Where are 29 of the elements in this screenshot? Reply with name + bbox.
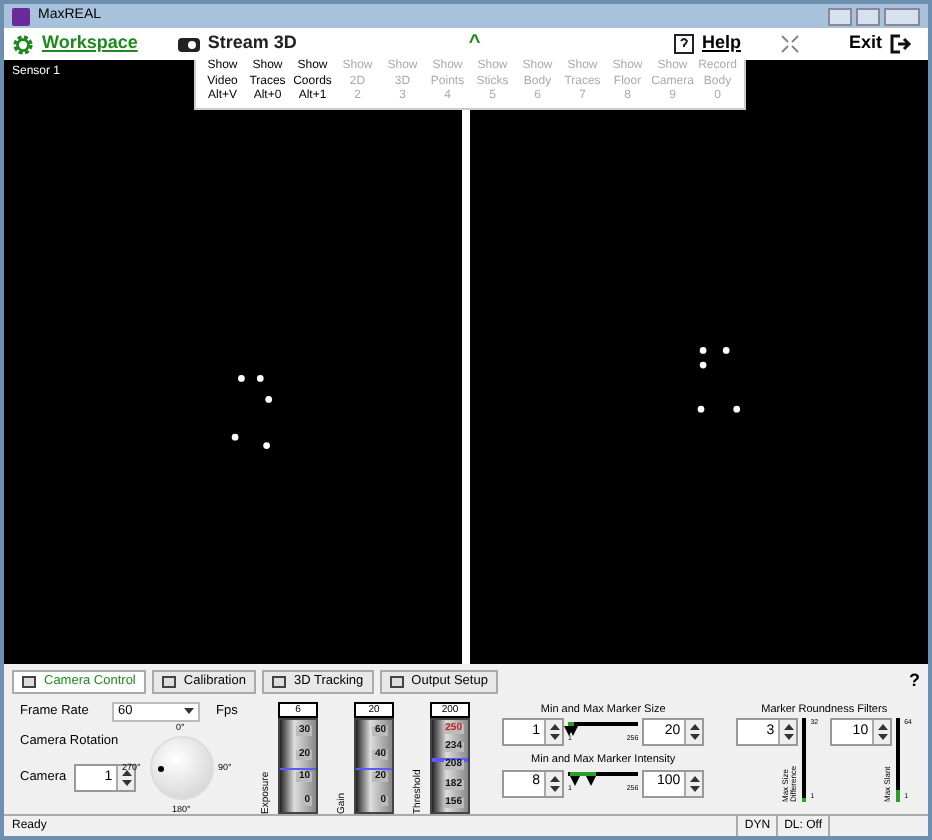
collapse-button[interactable]: ^ — [468, 34, 481, 54]
range-slider[interactable] — [568, 721, 639, 734]
max-thumb-icon[interactable] — [585, 775, 596, 786]
dropdown-arrow-icon — [184, 708, 194, 716]
help-mark[interactable]: ? — [909, 667, 920, 694]
range-slider[interactable] — [568, 771, 639, 784]
gear-icon — [12, 33, 34, 55]
exit-button[interactable]: Exit — [848, 30, 912, 58]
spin-buttons-icon[interactable] — [684, 771, 703, 795]
spin-buttons-icon[interactable] — [778, 720, 797, 745]
spin-buttons-icon[interactable] — [684, 720, 703, 745]
help-button[interactable]: Help — [673, 30, 741, 58]
minimize-button[interactable] — [828, 7, 852, 25]
spin-buttons-icon[interactable] — [544, 720, 562, 745]
max-thumb-icon[interactable] — [563, 725, 574, 736]
spin-buttons-icon[interactable] — [544, 771, 562, 795]
help-icon — [673, 34, 694, 54]
spin-buttons-icon[interactable] — [872, 720, 891, 745]
vertical-slider[interactable] — [896, 718, 903, 803]
fullscreen-icon[interactable] — [780, 34, 801, 54]
exit-icon — [890, 34, 912, 54]
min-thumb-icon[interactable] — [569, 775, 580, 786]
vertical-slider[interactable] — [802, 718, 809, 803]
camera-icon — [177, 35, 200, 53]
close-button[interactable] — [884, 7, 920, 25]
app-icon — [12, 7, 30, 25]
maximize-button[interactable] — [856, 7, 880, 25]
workspace-button[interactable]: Workspace — [12, 30, 138, 58]
stream-3d-button[interactable]: Stream 3D — [177, 30, 297, 58]
